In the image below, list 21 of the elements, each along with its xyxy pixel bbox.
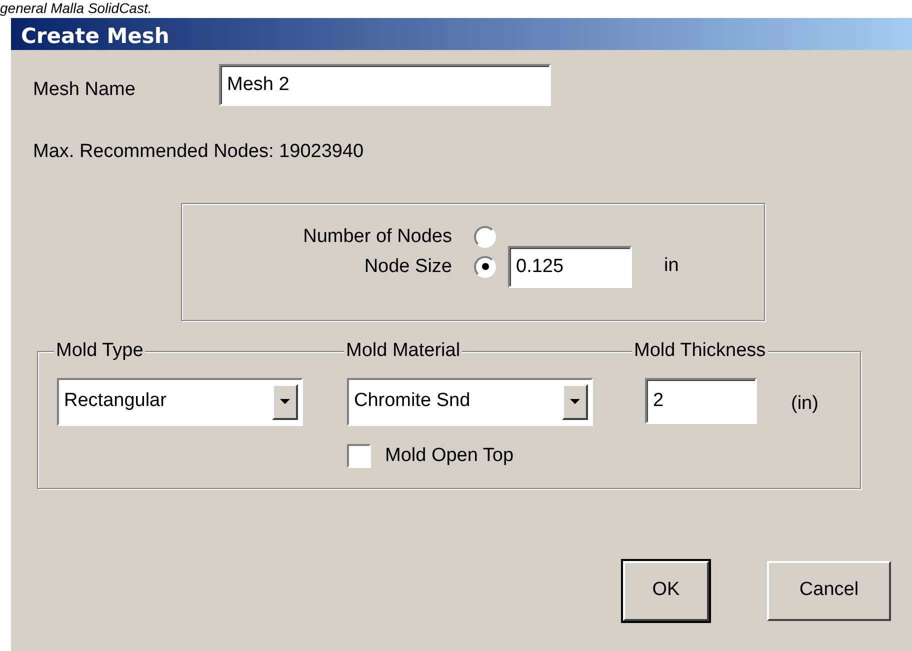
window-title: Create Mesh	[11, 18, 912, 50]
unit-label: (in)	[791, 392, 818, 416]
caption-text: general Malla SolidCast.	[0, 0, 152, 17]
caret-icon	[570, 398, 580, 404]
caret-icon	[280, 398, 290, 404]
dialog-button[interactable]: OK	[623, 560, 709, 620]
mesh-name-field[interactable]: Mesh 2	[219, 64, 551, 106]
field-label: Mesh Name	[33, 78, 136, 102]
unit-label: in	[664, 254, 679, 278]
dropdown[interactable]: Chromite Snd	[347, 378, 593, 426]
radio-button[interactable]	[474, 226, 496, 248]
option-label: Node Size	[363, 254, 452, 278]
option-label: Number of Nodes	[302, 224, 452, 248]
node-size-field[interactable]: 0.125	[508, 246, 632, 288]
thickness-field[interactable]: 2	[645, 378, 757, 424]
max-nodes-text: Max. Recommended Nodes: 19023940	[33, 140, 365, 164]
checkbox[interactable]	[347, 444, 371, 468]
dropdown[interactable]: Rectangular	[57, 378, 303, 426]
dialog-button[interactable]: Cancel	[767, 560, 891, 620]
radio-button[interactable]	[474, 256, 496, 278]
checkbox-label: Mold Open Top	[385, 444, 514, 468]
